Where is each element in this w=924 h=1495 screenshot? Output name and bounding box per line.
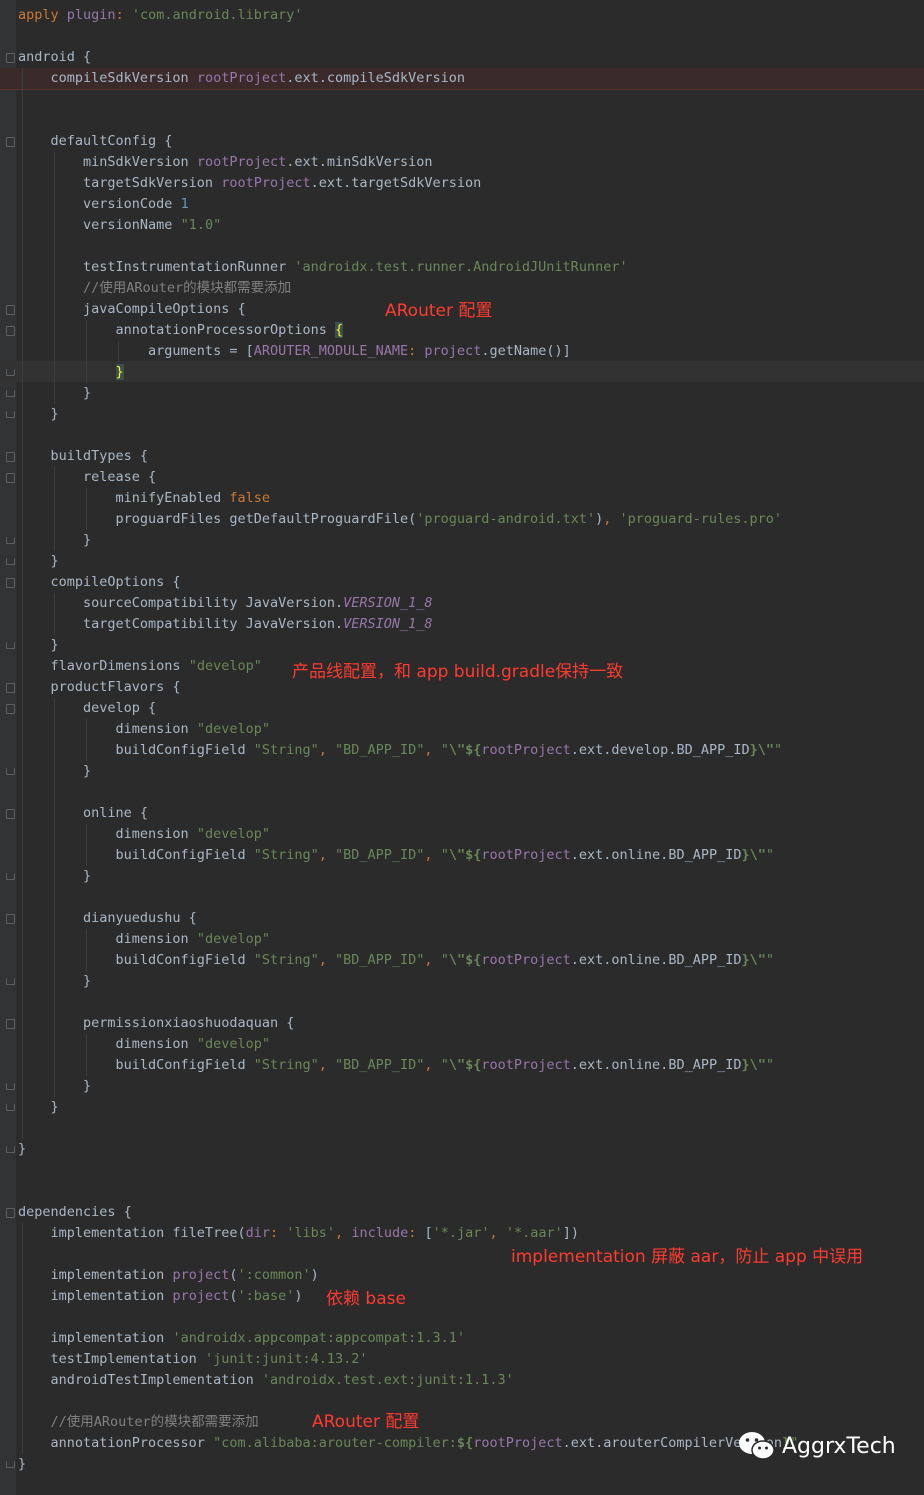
fold-end-icon[interactable] bbox=[6, 1461, 15, 1468]
fold-marker-icon[interactable] bbox=[6, 914, 15, 924]
code-line[interactable]: } bbox=[18, 1454, 26, 1475]
fold-marker-icon[interactable] bbox=[6, 1208, 15, 1218]
fold-end-icon[interactable] bbox=[6, 411, 15, 418]
fold-end-icon[interactable] bbox=[6, 642, 15, 649]
code-line[interactable]: javaCompileOptions { bbox=[18, 299, 246, 320]
fold-marker-icon[interactable] bbox=[6, 473, 15, 483]
code-line[interactable]: dimension "develop" bbox=[18, 719, 270, 740]
watermark-text: AggrxTech bbox=[782, 1433, 896, 1459]
code-line[interactable]: develop { bbox=[18, 698, 156, 719]
code-line[interactable]: sourceCompatibility JavaVersion.VERSION_… bbox=[18, 593, 433, 614]
code-line[interactable]: flavorDimensions "develop" bbox=[18, 656, 262, 677]
fold-end-icon[interactable] bbox=[6, 1083, 15, 1090]
code-line[interactable]: dimension "develop" bbox=[18, 1034, 270, 1055]
code-line[interactable]: androidTestImplementation 'androidx.test… bbox=[18, 1370, 514, 1391]
code-line[interactable]: versionCode 1 bbox=[18, 194, 189, 215]
code-line[interactable]: buildTypes { bbox=[18, 446, 149, 467]
code-line[interactable]: proguardFiles getDefaultProguardFile('pr… bbox=[18, 509, 783, 530]
code-line[interactable]: compileOptions { bbox=[18, 572, 181, 593]
fold-marker-icon[interactable] bbox=[6, 1019, 15, 1029]
code-line[interactable]: minifyEnabled false bbox=[18, 488, 270, 509]
fold-marker-icon[interactable] bbox=[6, 809, 15, 819]
code-line[interactable]: arguments = [AROUTER_MODULE_NAME: projec… bbox=[18, 341, 571, 362]
annotation-arouter-config-2: ARouter 配置 bbox=[312, 1412, 420, 1432]
code-line[interactable]: buildConfigField "String", "BD_APP_ID", … bbox=[18, 1055, 774, 1076]
fold-end-icon[interactable] bbox=[6, 390, 15, 397]
annotation-depends-base: 依赖 base bbox=[326, 1289, 406, 1309]
code-line[interactable]: } bbox=[18, 866, 91, 887]
code-line[interactable]: dianyuedushu { bbox=[18, 908, 197, 929]
code-line[interactable]: } bbox=[18, 1097, 59, 1118]
fold-marker-icon[interactable] bbox=[6, 305, 15, 315]
annotation-product-line: 产品线配置，和 app build.gradle保持一致 bbox=[292, 662, 624, 682]
code-line[interactable]: targetSdkVersion rootProject.ext.targetS… bbox=[18, 173, 481, 194]
fold-end-icon[interactable] bbox=[6, 537, 15, 544]
current-line-highlight bbox=[0, 361, 924, 382]
code-line[interactable]: dimension "develop" bbox=[18, 929, 270, 950]
fold-end-icon[interactable] bbox=[6, 1104, 15, 1111]
code-line[interactable]: } bbox=[18, 635, 59, 656]
code-line[interactable]: dimension "develop" bbox=[18, 824, 270, 845]
code-line[interactable]: } bbox=[18, 551, 59, 572]
code-line[interactable]: } bbox=[18, 383, 91, 404]
code-line[interactable]: versionName "1.0" bbox=[18, 215, 221, 236]
code-line[interactable]: } bbox=[18, 1139, 26, 1160]
code-editor[interactable]: apply plugin: 'com.android.library' andro… bbox=[0, 0, 924, 1495]
fold-end-icon[interactable] bbox=[6, 768, 15, 775]
fold-end-icon[interactable] bbox=[6, 369, 15, 376]
code-line[interactable]: implementation 'androidx.appcompat:appco… bbox=[18, 1328, 466, 1349]
code-line[interactable]: //使用ARouter的模块都需要添加 bbox=[18, 278, 291, 299]
code-line[interactable]: implementation project(':base') bbox=[18, 1286, 303, 1307]
code-line[interactable]: online { bbox=[18, 803, 148, 824]
fold-end-icon[interactable] bbox=[6, 1146, 15, 1153]
fold-marker-icon[interactable] bbox=[6, 452, 15, 462]
code-line[interactable]: } bbox=[18, 761, 91, 782]
code-line[interactable]: defaultConfig { bbox=[18, 131, 173, 152]
fold-marker-icon[interactable] bbox=[6, 137, 15, 147]
fold-marker-icon[interactable] bbox=[6, 326, 15, 336]
code-line[interactable]: } bbox=[18, 971, 91, 992]
code-line[interactable]: //使用ARouter的模块都需要添加 bbox=[18, 1412, 259, 1433]
fold-end-icon[interactable] bbox=[6, 558, 15, 565]
annotation-implementation-note: implementation 屏蔽 aar，防止 app 中误用 bbox=[511, 1247, 864, 1267]
wechat-icon bbox=[739, 1432, 775, 1460]
code-line[interactable]: testImplementation 'junit:junit:4.13.2' bbox=[18, 1349, 368, 1370]
code-line[interactable]: } bbox=[18, 1076, 91, 1097]
code-line[interactable]: buildConfigField "String", "BD_APP_ID", … bbox=[18, 950, 774, 971]
fold-end-icon[interactable] bbox=[6, 873, 15, 880]
fold-end-icon[interactable] bbox=[6, 978, 15, 985]
code-line[interactable]: } bbox=[18, 530, 91, 551]
watermark: AggrxTech bbox=[738, 1430, 896, 1462]
fold-marker-icon[interactable] bbox=[6, 578, 15, 588]
code-line[interactable]: } bbox=[18, 404, 59, 425]
code-line[interactable]: productFlavors { bbox=[18, 677, 181, 698]
code-line[interactable]: permissionxiaoshuodaquan { bbox=[18, 1013, 294, 1034]
code-line[interactable]: testInstrumentationRunner 'androidx.test… bbox=[18, 257, 628, 278]
fold-marker-icon[interactable] bbox=[6, 683, 15, 693]
code-line[interactable]: annotationProcessorOptions { bbox=[18, 320, 344, 341]
editor-gutter bbox=[0, 0, 16, 1495]
code-line[interactable]: apply plugin: 'com.android.library' bbox=[18, 5, 303, 26]
code-line[interactable]: implementation project(':common') bbox=[18, 1265, 319, 1286]
annotation-arouter-config: ARouter 配置 bbox=[385, 301, 493, 321]
code-line[interactable]: dependencies { bbox=[18, 1202, 132, 1223]
code-line[interactable]: implementation fileTree(dir: 'libs', inc… bbox=[18, 1223, 579, 1244]
fold-marker-icon[interactable] bbox=[6, 704, 15, 714]
code-line[interactable]: release { bbox=[18, 467, 156, 488]
code-line[interactable]: targetCompatibility JavaVersion.VERSION_… bbox=[18, 614, 433, 635]
code-line[interactable]: buildConfigField "String", "BD_APP_ID", … bbox=[18, 740, 783, 761]
fold-marker-icon[interactable] bbox=[6, 53, 15, 63]
code-line[interactable]: annotationProcessor "com.alibaba:arouter… bbox=[18, 1433, 799, 1454]
code-line[interactable]: buildConfigField "String", "BD_APP_ID", … bbox=[18, 845, 774, 866]
code-line[interactable]: minSdkVersion rootProject.ext.minSdkVers… bbox=[18, 152, 433, 173]
code-line[interactable]: } bbox=[18, 362, 124, 383]
code-line[interactable]: compileSdkVersion rootProject.ext.compil… bbox=[18, 68, 466, 89]
code-line[interactable]: android { bbox=[18, 47, 91, 68]
